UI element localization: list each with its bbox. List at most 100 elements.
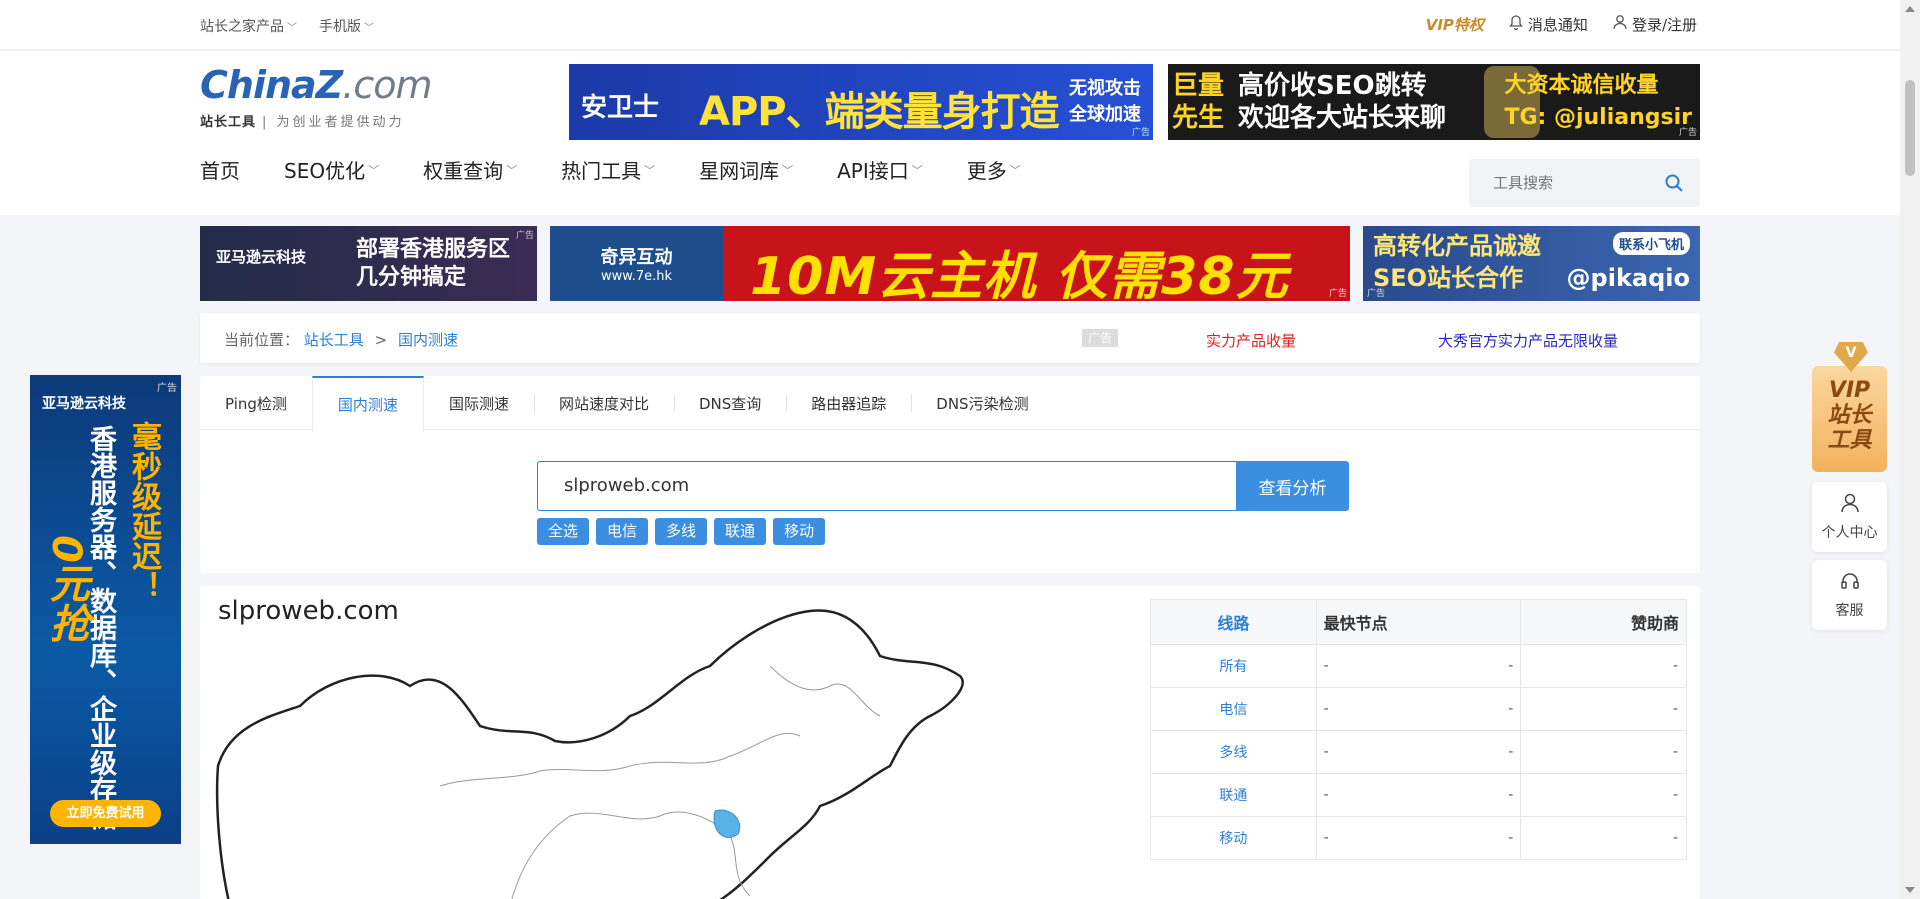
qiyi-logo: 奇异互动 www.7e.hk xyxy=(550,226,723,301)
nav-item-0[interactable]: 首页 xyxy=(200,155,240,184)
analyze-button[interactable]: 查看分析 xyxy=(1236,461,1349,511)
line-link[interactable]: 所有 xyxy=(1150,644,1317,688)
sponsor-cell: - xyxy=(1520,644,1687,688)
fastest-node-cell: -- xyxy=(1316,687,1522,731)
query-form: slproweb.com 查看分析 xyxy=(537,461,1349,511)
ad-flag: 广告 xyxy=(1131,128,1150,138)
breadcrumb-home-link[interactable]: 站长工具 xyxy=(304,331,364,349)
site-header: ChinaZ.com 站长工具 | 为创业者提供动力 安卫士 APP、端类量身打造… xyxy=(0,51,1900,215)
results-panel: slproweb.com 线路 最快节点 赞助商 所有 - - - 电信 - - - 多线 - - -… xyxy=(200,586,1700,899)
bell-icon xyxy=(1509,15,1523,30)
ad-flag: 广告 xyxy=(1678,128,1697,138)
scroll-up-arrow-icon[interactable] xyxy=(1905,6,1915,12)
sponsor-cell: - xyxy=(1520,816,1687,860)
personal-center-button[interactable]: 个人中心 xyxy=(1812,482,1887,552)
tab-6[interactable]: DNS污染检测 xyxy=(911,376,1053,430)
line-chip-2[interactable]: 多线 xyxy=(655,518,708,545)
text-ad-link-2[interactable]: 大秀官方实力产品无限收量 xyxy=(1438,330,1618,351)
telegram-badge: 联系小飞机 xyxy=(1612,232,1690,255)
tab-1[interactable]: 国内测速 xyxy=(311,376,424,431)
mobile-menu[interactable]: 手机版 ﹀ xyxy=(319,16,374,36)
banner-ad-aws-hk[interactable]: 亚马逊云科技 部署香港服务区 几分钟搞定 广告 xyxy=(200,226,537,301)
banner-ad-7e-cloud[interactable]: 奇异互动 www.7e.hk 10M云主机 仅需38元 广告 xyxy=(550,226,1350,301)
chevron-down-icon: ﹀ xyxy=(364,23,374,34)
sponsor-cell: - xyxy=(1520,687,1687,731)
user-icon xyxy=(1840,493,1859,513)
line-link[interactable]: 多线 xyxy=(1150,730,1317,774)
line-chip-3[interactable]: 联通 xyxy=(714,518,767,545)
chinaz-logo[interactable]: ChinaZ.com 站长工具 | 为创业者提供动力 xyxy=(200,63,455,133)
table-row: 电信 - - - xyxy=(1150,687,1687,731)
top-utility-bar: 站长之家产品 ﹀ 手机版 ﹀ VIP特权 消息通知 登录/注册 xyxy=(0,0,1900,50)
fastest-node-cell: -- xyxy=(1316,773,1522,817)
chevron-down-icon: ﹀ xyxy=(644,163,656,177)
chevron-down-icon: ﹀ xyxy=(782,163,794,177)
chevron-down-icon: ﹀ xyxy=(287,23,297,34)
notification-link[interactable]: 消息通知 xyxy=(1508,14,1588,35)
banner-ad-seo-partner[interactable]: 高转化产品诚邀 SEO站长合作 联系小飞机 @pikaqio 广告 xyxy=(1363,226,1700,301)
top-left-links: 站长之家产品 ﹀ 手机版 ﹀ xyxy=(200,16,374,36)
chevron-down-icon: ﹀ xyxy=(911,163,923,177)
scroll-down-arrow-icon[interactable] xyxy=(1905,887,1915,893)
sponsor-cell: - xyxy=(1520,773,1687,817)
china-map xyxy=(215,609,964,899)
top-right-links: VIP特权 消息通知 登录/注册 xyxy=(1426,14,1697,35)
tab-5[interactable]: 路由器追踪 xyxy=(786,376,911,430)
col-header-fastest-node: 最快节点 xyxy=(1315,599,1522,645)
scrollbar-thumb[interactable] xyxy=(1905,80,1915,176)
breadcrumb-bar: 当前位置： 站长工具 > 国内测速 广告 实力产品收量 大秀官方实力产品无限收量 xyxy=(200,313,1700,363)
line-link[interactable]: 联通 xyxy=(1150,773,1317,817)
col-header-sponsor: 赞助商 xyxy=(1520,599,1687,645)
free-trial-button[interactable]: 立即免费试用 xyxy=(50,800,161,827)
side-ad-aws[interactable]: 亚马逊云科技 广告 毫秒级延迟！ 香港服务器、数据库、企业级存储 0元抢 立即免… xyxy=(30,375,181,844)
customer-service-button[interactable]: 客服 xyxy=(1812,560,1887,630)
products-menu[interactable]: 站长之家产品 ﹀ xyxy=(200,16,297,36)
ad-flag: 广告 xyxy=(1367,289,1386,299)
line-chip-0[interactable]: 全选 xyxy=(537,518,590,545)
nav-item-1[interactable]: SEO优化 ﹀ xyxy=(284,155,379,184)
chevron-down-icon: ﹀ xyxy=(1009,163,1021,177)
login-link[interactable]: 登录/注册 xyxy=(1612,14,1697,35)
nav-item-3[interactable]: 热门工具 ﹀ xyxy=(561,155,655,184)
tab-2[interactable]: 国际测速 xyxy=(424,376,534,430)
table-row: 所有 - - - xyxy=(1150,644,1687,688)
breadcrumb: 当前位置： 站长工具 > 国内测速 xyxy=(224,331,458,349)
tool-tabs: Ping检测 国内测速 国际测速 网站速度对比 DNS查询 路由器追踪 DNS污染检测 xyxy=(200,376,1700,431)
col-header-line: 线路 xyxy=(1150,599,1317,645)
nav-item-6[interactable]: 更多 ﹀ xyxy=(967,155,1021,184)
tool-search-box xyxy=(1469,159,1700,207)
ad-flag: 广告 xyxy=(1328,289,1347,299)
vip-tools-float[interactable]: VIP 站长 工具 V xyxy=(1812,342,1887,472)
fastest-node-table: 线路 最快节点 赞助商 所有 - - - 电信 - - - 多线 - - - 联通 - - - 移动 - - - xyxy=(1150,599,1687,860)
nav-item-4[interactable]: 星网词库 ﹀ xyxy=(699,155,793,184)
user-icon xyxy=(1613,15,1627,30)
table-row: 移动 - - - xyxy=(1150,816,1687,860)
line-chip-4[interactable]: 移动 xyxy=(773,518,826,545)
main-nav: 首页 SEO优化 ﹀ 权重查询 ﹀ 热门工具 ﹀ 星网词库 ﹀ API接口 ﹀ 更多 ﹀ xyxy=(200,155,1065,184)
banner-ad-anweishi[interactable]: 安卫士 APP、端类量身打造 无视攻击 全球加速 广告 xyxy=(569,64,1153,140)
banner-ad-juliang[interactable]: 巨量 先生 高价收SEO跳转 欢迎各大站长来聊 大资本诚信收量 TG: @julian… xyxy=(1168,64,1700,140)
domain-input[interactable]: slproweb.com xyxy=(537,461,1237,511)
nav-item-5[interactable]: API接口 ﹀ xyxy=(837,155,923,184)
table-row: 联通 - - - xyxy=(1150,773,1687,817)
fastest-node-cell: -- xyxy=(1316,730,1522,774)
tab-4[interactable]: DNS查询 xyxy=(673,376,786,430)
line-link[interactable]: 移动 xyxy=(1150,816,1317,860)
line-link[interactable]: 电信 xyxy=(1150,687,1317,731)
tab-3[interactable]: 网站速度对比 xyxy=(533,376,674,430)
nav-item-2[interactable]: 权重查询 ﹀ xyxy=(423,155,517,184)
tool-search-input[interactable] xyxy=(1469,159,1659,207)
line-chip-1[interactable]: 电信 xyxy=(596,518,649,545)
tab-0[interactable]: Ping检测 xyxy=(200,376,312,430)
page-scrollbar[interactable] xyxy=(1900,0,1920,899)
breadcrumb-current-link[interactable]: 国内测速 xyxy=(398,331,458,349)
logo-wordmark: ChinaZ.com xyxy=(200,63,432,107)
fastest-node-cell: -- xyxy=(1316,816,1522,860)
line-filter-chips: 全选 电信 多线 联通 移动 xyxy=(537,518,826,545)
fastest-node-cell: -- xyxy=(1316,644,1522,688)
vip-link[interactable]: VIP特权 xyxy=(1426,14,1484,35)
text-ad-link-1[interactable]: 实力产品收量 xyxy=(1206,330,1296,351)
table-row: 多线 - - - xyxy=(1150,730,1687,774)
search-icon[interactable] xyxy=(1664,173,1684,193)
tool-panel: Ping检测 国内测速 国际测速 网站速度对比 DNS查询 路由器追踪 DNS污染检测 sl… xyxy=(200,376,1700,573)
